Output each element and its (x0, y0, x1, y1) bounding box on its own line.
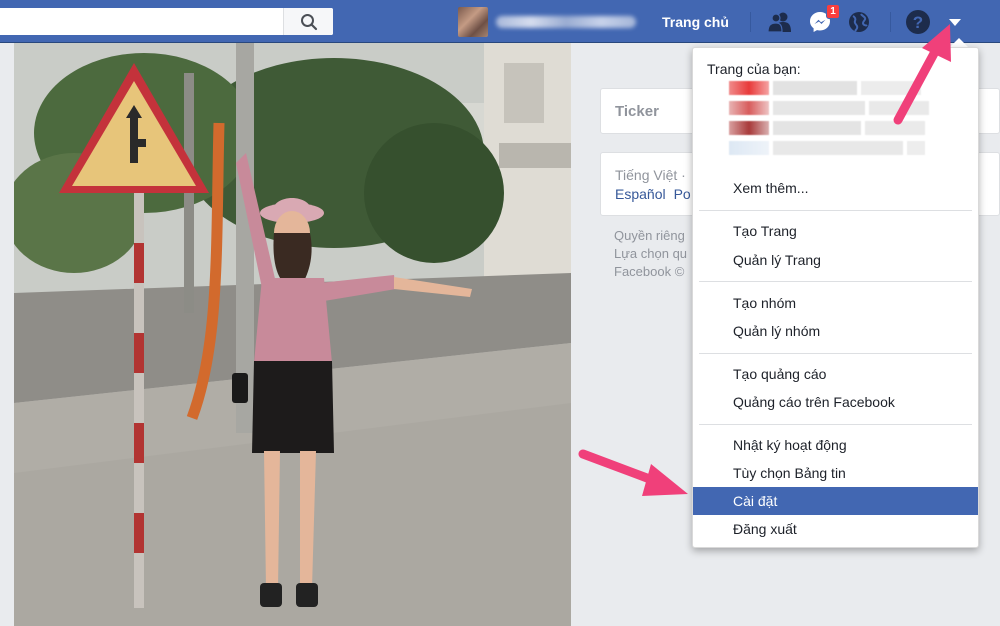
search-icon (300, 13, 317, 30)
see-more-pages-item[interactable]: Xem thêm... (693, 174, 978, 202)
search-input[interactable] (0, 8, 333, 35)
svg-text:?: ? (913, 13, 923, 32)
account-dropdown-menu: Trang của bạn: Xem thêm... Tạo Trang Quả… (692, 47, 979, 548)
your-pages-header: Trang của bạn: (707, 61, 801, 77)
create-page-item[interactable]: Tạo Trang (693, 217, 978, 245)
blurred-profile-name (496, 16, 636, 28)
home-link[interactable]: Trang chủ (662, 14, 729, 30)
photo-scene (14, 43, 571, 626)
messages-badge: 1 (826, 4, 840, 19)
current-language: Tiếng Việt · (615, 167, 686, 183)
facebook-ads-item[interactable]: Quảng cáo trên Facebook (693, 388, 978, 416)
caret-down-icon (949, 18, 961, 26)
blurred-page-entry[interactable] (729, 101, 929, 115)
create-group-item[interactable]: Tạo nhóm (693, 289, 978, 317)
footer-adchoices-link[interactable]: Lựa chọn qu (614, 246, 687, 261)
menu-divider (699, 424, 972, 425)
blurred-page-entry[interactable] (729, 121, 925, 135)
blurred-page-entry[interactable] (729, 81, 921, 95)
manage-pages-item[interactable]: Quản lý Trang (693, 246, 978, 274)
footer-privacy-link[interactable]: Quyền riêng (614, 228, 685, 243)
language-links: Español Po (615, 186, 699, 202)
ticker-title: Ticker (615, 103, 659, 120)
search-button[interactable] (283, 8, 333, 35)
manage-groups-item[interactable]: Quản lý nhóm (693, 317, 978, 345)
nav-divider (890, 12, 891, 32)
settings-item[interactable]: Cài đặt (693, 487, 978, 515)
language-link[interactable]: Español (615, 186, 666, 202)
news-feed-preferences-item[interactable]: Tùy chọn Bảng tin (693, 459, 978, 487)
globe-icon (849, 12, 869, 32)
menu-divider (699, 281, 972, 282)
activity-log-item[interactable]: Nhật ký hoạt động (693, 431, 978, 459)
create-ad-item[interactable]: Tạo quảng cáo (693, 360, 978, 388)
cover-photo (14, 43, 571, 626)
language-link[interactable]: Po (674, 186, 691, 202)
blurred-page-entry[interactable] (729, 141, 925, 155)
notifications-button[interactable] (846, 9, 872, 35)
top-navigation-bar: Trang chủ 1 ? (0, 0, 1000, 43)
footer-copyright: Facebook © (614, 264, 685, 279)
friend-requests-icon (767, 12, 791, 33)
help-icon: ? (906, 10, 930, 34)
log-out-item[interactable]: Đăng xuất (693, 515, 978, 543)
menu-divider (699, 353, 972, 354)
avatar (458, 7, 488, 37)
account-menu-button[interactable] (944, 12, 966, 32)
friend-requests-button[interactable] (767, 9, 793, 35)
menu-notch (950, 38, 968, 47)
profile-link[interactable] (458, 7, 636, 37)
help-button[interactable]: ? (905, 9, 931, 35)
menu-divider (699, 210, 972, 211)
nav-divider (750, 12, 751, 32)
arrow-to-settings (578, 449, 688, 496)
